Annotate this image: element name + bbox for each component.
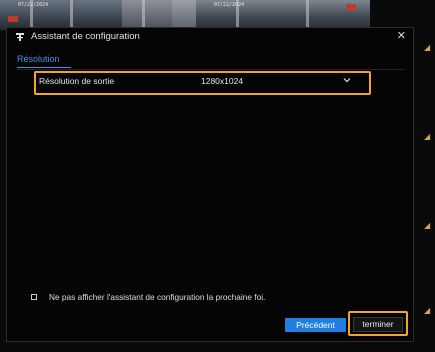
scene-detail <box>236 0 239 30</box>
status-icon: ◢ <box>424 306 431 315</box>
dont-show-again-checkbox[interactable] <box>31 294 37 300</box>
chevron-down-icon <box>343 78 351 83</box>
close-button[interactable]: ✕ <box>397 30 406 42</box>
scene-detail <box>142 0 145 30</box>
tab-divider <box>17 69 405 70</box>
active-tab-indicator <box>17 67 71 68</box>
camera-thumbnail[interactable] <box>172 0 196 30</box>
scene-detail <box>30 0 33 30</box>
status-icon: ◢ <box>424 132 431 141</box>
setup-wizard-dialog: Assistant de configuration ✕ Résolution … <box>6 27 414 342</box>
camera-thumbnail[interactable]: 07/22/2024 <box>196 0 370 30</box>
scene-detail <box>306 0 309 30</box>
wizard-icon <box>16 33 24 41</box>
tab-resolution[interactable]: Résolution <box>17 54 60 64</box>
output-resolution-label: Résolution de sortie <box>39 76 115 86</box>
camera-thumbnail-strip: 07/22/2024 07/22/2024 <box>0 0 370 30</box>
scene-detail <box>346 4 356 10</box>
previous-button[interactable]: Précédent <box>285 318 346 332</box>
dialog-title-bar: Assistant de configuration ✕ <box>7 28 413 46</box>
camera-timestamp: 07/22/2024 <box>214 2 245 8</box>
scene-detail <box>8 16 18 22</box>
status-icon: ◢ <box>424 221 431 230</box>
camera-thumbnail[interactable]: 07/22/2024 <box>0 0 122 30</box>
output-resolution-value: 1280x1024 <box>201 76 244 86</box>
scene-detail <box>70 0 73 30</box>
output-resolution-select[interactable]: 1280x1024 <box>197 74 357 90</box>
finish-button[interactable]: terminer <box>353 317 403 332</box>
dialog-title: Assistant de configuration <box>31 31 140 42</box>
dont-show-again-label: Ne pas afficher l'assistant de configura… <box>49 292 266 302</box>
camera-thumbnail[interactable] <box>122 0 172 30</box>
camera-timestamp: 07/22/2024 <box>18 2 49 8</box>
status-icon: ◢ <box>424 43 431 52</box>
